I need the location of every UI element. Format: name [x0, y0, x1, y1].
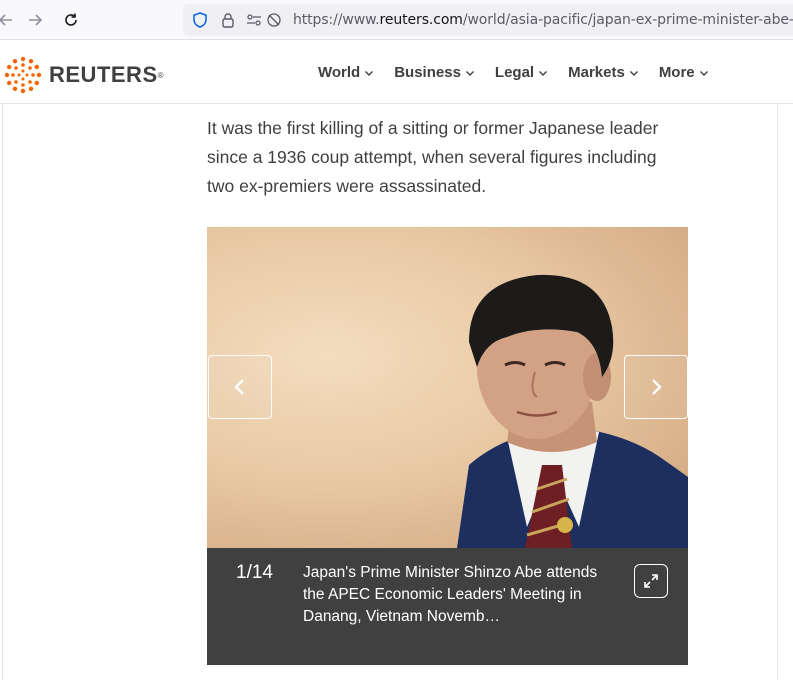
chevron-down-icon — [465, 70, 474, 76]
gallery-photo[interactable] — [207, 227, 688, 548]
nav-label: Markets — [568, 64, 625, 81]
nav-label: Legal — [494, 64, 535, 81]
portrait-illustration — [457, 274, 688, 548]
shield-icon[interactable] — [191, 11, 209, 29]
nav-label: Business — [394, 64, 461, 81]
main-nav: World Business Legal Markets More — [318, 64, 709, 81]
back-icon — [0, 14, 12, 26]
chevron-down-icon — [365, 70, 374, 76]
url-bar[interactable]: https://www.reuters.com/world/asia-pacif… — [183, 4, 793, 36]
permissions-icon[interactable] — [245, 11, 263, 29]
logo-wordmark: REUTERS — [49, 62, 158, 87]
site-header: REUTERS ® World Business Legal Markets Mo… — [0, 40, 793, 104]
url-prefix: https://www. — [293, 12, 380, 28]
expand-icon — [644, 574, 658, 588]
forward-button[interactable] — [23, 8, 47, 32]
photo-counter: 1/14 — [236, 562, 273, 583]
previous-photo-button[interactable] — [208, 355, 272, 419]
browser-toolbar: https://www.reuters.com/world/asia-pacif… — [0, 0, 793, 40]
chevron-down-icon — [629, 70, 638, 76]
nav-label: World — [318, 64, 361, 81]
reuters-logo[interactable]: REUTERS ® — [3, 55, 164, 95]
chevron-right-icon — [652, 379, 662, 395]
gallery-caption-bar: 1/14 Japan's Prime Minister Shinzo Abe a… — [207, 548, 688, 665]
url-host: reuters.com — [379, 12, 463, 28]
tracking-off-icon[interactable] — [265, 11, 283, 29]
nav-item-business[interactable]: Business — [394, 64, 475, 81]
url-text[interactable]: https://www.reuters.com/world/asia-pacif… — [293, 12, 793, 28]
next-photo-button[interactable] — [624, 355, 688, 419]
chevron-down-icon — [539, 70, 548, 76]
article-paragraph: It was the first killing of a sitting or… — [207, 118, 659, 196]
reload-button[interactable] — [59, 8, 83, 32]
reload-icon — [65, 13, 77, 26]
nav-item-markets[interactable]: Markets — [568, 64, 639, 81]
nav-label: More — [658, 64, 695, 81]
back-button[interactable] — [0, 8, 18, 32]
photo-caption: Japan's Prime Minister Shinzo Abe attend… — [303, 564, 598, 625]
nav-item-legal[interactable]: Legal — [495, 64, 548, 81]
chevron-left-icon — [234, 379, 244, 395]
expand-photo-button[interactable] — [634, 564, 668, 598]
forward-icon — [29, 14, 43, 26]
url-path: /world/asia-pacific/japan-ex-prime-minis… — [462, 12, 793, 28]
reuters-dots-icon — [4, 56, 42, 94]
page-frame-left — [2, 104, 3, 680]
page-frame-right — [777, 104, 778, 680]
nav-item-more[interactable]: More — [659, 64, 709, 81]
photo-gallery: 1/14 Japan's Prime Minister Shinzo Abe a… — [207, 227, 688, 665]
nav-item-world[interactable]: World — [318, 64, 374, 81]
lock-icon[interactable] — [219, 11, 237, 29]
chevron-down-icon — [699, 70, 708, 76]
logo-registered-mark: ® — [157, 70, 164, 80]
